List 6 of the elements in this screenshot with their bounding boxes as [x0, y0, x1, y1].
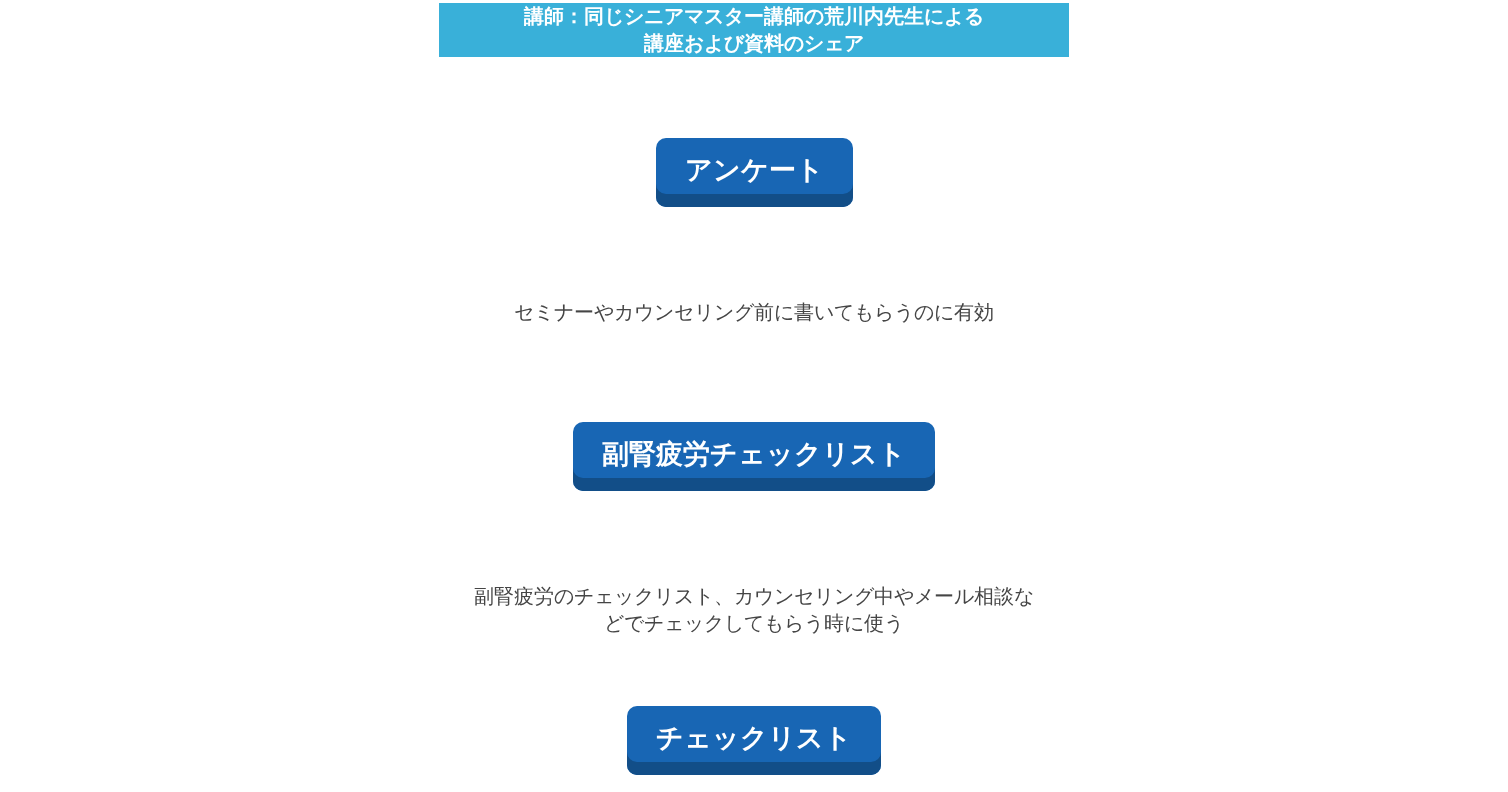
- banner-title: 講師：同じシニアマスター講師の荒川内先生による講座および資料のシェア: [522, 4, 985, 56]
- link-button[interactable]: 副腎疲労チェックリスト: [573, 422, 935, 491]
- link-button[interactable]: チェックリスト: [627, 706, 881, 775]
- description-text: セミナーやカウンセリング前に書いてもらうのに有効: [513, 300, 995, 325]
- description-text: 副腎疲労のチェックリスト、カウンセリング中やメール相談などでチェックしてもらう時に使う: [473, 584, 1035, 636]
- link-button[interactable]: アンケート: [655, 138, 853, 207]
